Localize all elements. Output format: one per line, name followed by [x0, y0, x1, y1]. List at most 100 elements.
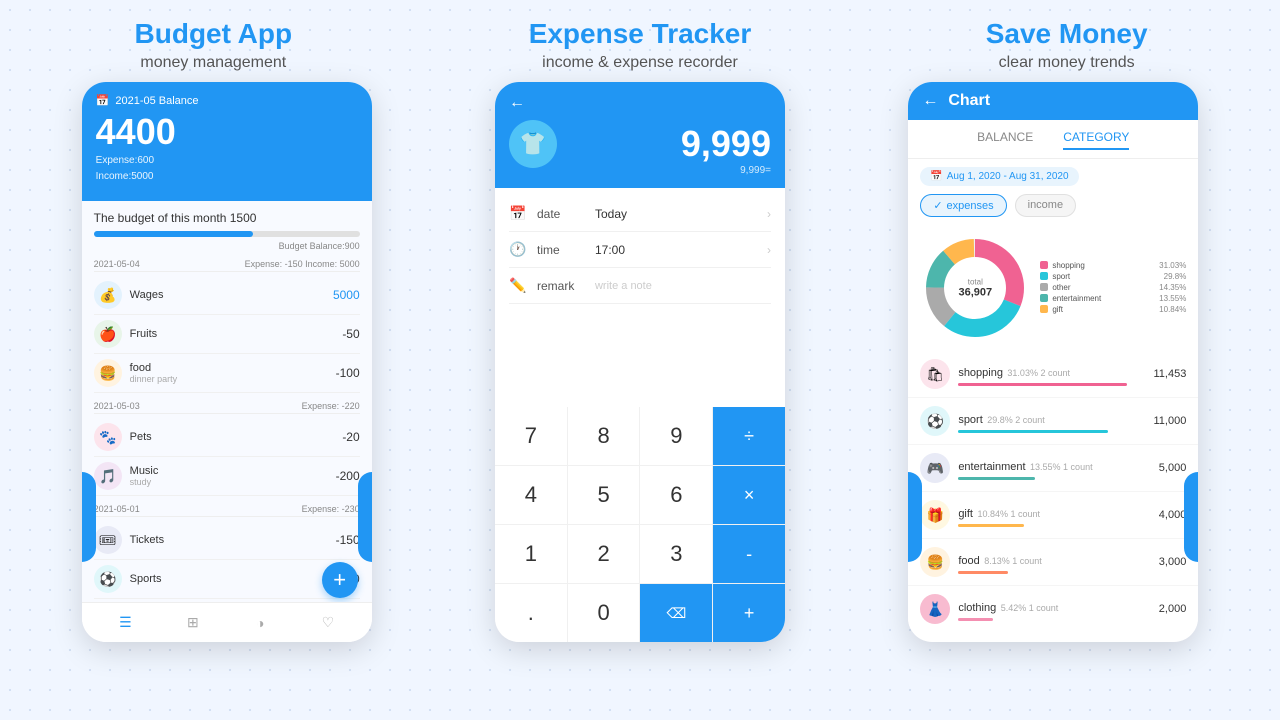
remark-label: remark [537, 279, 585, 293]
phones-row: 📅 2021-05 Balance 4400 Expense:600 Incom… [0, 82, 1280, 720]
cat-meta: 8.13% 1 count [984, 556, 1042, 566]
music-icon: 🎵 [94, 462, 122, 490]
tab-category[interactable]: CATEGORY [1063, 130, 1129, 150]
cat-amount: 3,000 [1159, 556, 1187, 568]
p1-balance: 4400 [96, 111, 358, 153]
key-minus[interactable]: - [713, 525, 785, 583]
key-dot[interactable]: . [495, 584, 567, 642]
nav-list-icon[interactable]: ☰ [114, 612, 136, 634]
key-4[interactable]: 4 [495, 466, 567, 524]
calendar-icon-2: 📅 [930, 171, 942, 182]
p2-amount: 9,999 [681, 123, 771, 165]
time-value: 17:00 [595, 243, 757, 257]
key-9[interactable]: 9 [640, 407, 712, 465]
p2-header: ← 👕 9,999 9,999= [495, 82, 785, 188]
cat-info: food 8.13% 1 count [958, 551, 1150, 574]
legend-item: gift 10.84% [1040, 305, 1186, 314]
key-backspace[interactable]: ⌫ [640, 584, 712, 642]
p3-header: ← Chart [908, 82, 1198, 120]
cat-name: gift [958, 508, 973, 520]
p1-group-2: 2021-05-03 Expense: -220 🐾 Pets -20 🎵 Mu… [94, 401, 360, 496]
item-amount: -100 [336, 366, 360, 380]
legend-text: gift [1052, 305, 1155, 314]
list-item: 🎮 entertainment 13.55% 1 count 5,000 [908, 445, 1198, 492]
key-plus[interactable]: + [713, 584, 785, 642]
remark-icon: ✏️ [509, 277, 527, 294]
key-multiply[interactable]: × [713, 466, 785, 524]
clothing-icon: 👗 [920, 594, 950, 624]
p1-header-top: 📅 2021-05 Balance [96, 94, 358, 107]
cat-name: clothing [958, 602, 996, 614]
key-6[interactable]: 6 [640, 466, 712, 524]
p1-bottom-nav: ☰ ⊞ ◑ ♡ [82, 602, 372, 642]
item-amount: 5000 [333, 288, 360, 302]
legend-text: sport [1052, 272, 1159, 281]
time-label: time [537, 243, 585, 257]
item-amount: -50 [342, 327, 359, 341]
legend-dot [1040, 272, 1048, 280]
add-fab-button[interactable]: + [322, 562, 358, 598]
filter-income[interactable]: income [1015, 194, 1076, 217]
entertainment-icon: 🎮 [920, 453, 950, 483]
nav-grid-icon[interactable]: ⊞ [182, 612, 204, 634]
cat-info: shopping 31.03% 2 count [958, 363, 1145, 386]
p1-group-summary-3: Expense: -230 [302, 504, 360, 514]
item-sub: study [130, 477, 328, 487]
date-row[interactable]: 📅 date Today › [509, 196, 771, 232]
budget-app-title: Budget App [135, 18, 293, 50]
sports-icon: ⚽ [94, 565, 122, 593]
cat-name: sport [958, 414, 982, 426]
p1-date-header-1: 2021-05-04 Expense: -150 Income: 5000 [94, 259, 360, 272]
key-8[interactable]: 8 [568, 407, 640, 465]
side-bar-left-1 [82, 472, 96, 562]
p1-income: Income:5000 [96, 169, 358, 185]
item-amount: -150 [336, 533, 360, 547]
side-bar-right-1 [358, 472, 372, 562]
p1-group-1: 2021-05-04 Expense: -150 Income: 5000 💰 … [94, 259, 360, 393]
legend-dot [1040, 305, 1048, 313]
time-row[interactable]: 🕐 time 17:00 › [509, 232, 771, 268]
tab-balance[interactable]: BALANCE [977, 130, 1033, 150]
cat-info: entertainment 13.55% 1 count [958, 457, 1150, 480]
cat-bar [958, 524, 1023, 527]
key-2[interactable]: 2 [568, 525, 640, 583]
arrow-icon: › [767, 207, 771, 221]
date-range-badge[interactable]: 📅 Aug 1, 2020 - Aug 31, 2020 [920, 167, 1078, 186]
remark-row[interactable]: ✏️ remark write a note [509, 268, 771, 304]
filter-expenses[interactable]: ✓ expenses [920, 194, 1006, 217]
cat-bar [958, 477, 1035, 480]
expenses-label: expenses [947, 200, 994, 212]
legend-text: shopping [1052, 261, 1155, 270]
cat-meta: 13.55% 1 count [1030, 462, 1093, 472]
wages-icon: 💰 [94, 281, 122, 309]
nav-chart-icon[interactable]: ◑ [249, 612, 271, 634]
fruits-icon: 🍎 [94, 320, 122, 348]
save-money-title: Save Money [986, 18, 1148, 50]
p3-back-icon[interactable]: ← [922, 92, 938, 110]
list-item: 🍔 food dinner party -100 [94, 354, 360, 393]
legend-dot [1040, 261, 1048, 269]
sport-icon: ⚽ [920, 406, 950, 436]
back-icon[interactable]: ← [509, 94, 771, 112]
key-divide[interactable]: ÷ [713, 407, 785, 465]
item-name: Fruits [130, 328, 335, 340]
list-item: 🎵 Music study -200 [94, 457, 360, 496]
cat-bar [958, 618, 993, 621]
item-amount: -200 [336, 469, 360, 483]
arrow-icon-2: › [767, 243, 771, 257]
cat-amount: 4,000 [1159, 509, 1187, 521]
header-row: Budget App money management Expense Trac… [0, 0, 1280, 82]
cat-meta: 29.8% 2 count [987, 415, 1045, 425]
list-item: 🍎 Fruits -50 [94, 315, 360, 354]
p3-chart-area: total 36,907 shopping 31.03% sport 29.8% [908, 225, 1198, 351]
key-1[interactable]: 1 [495, 525, 567, 583]
key-3[interactable]: 3 [640, 525, 712, 583]
key-7[interactable]: 7 [495, 407, 567, 465]
p2-form: 📅 date Today › 🕐 time 17:00 › ✏️ remark … [495, 188, 785, 312]
numpad: 7 8 9 ÷ 4 5 6 × 1 2 3 - . 0 ⌫ + [495, 407, 785, 642]
key-5[interactable]: 5 [568, 466, 640, 524]
tickets-icon: 🎟 [94, 526, 122, 554]
nav-heart-icon[interactable]: ♡ [317, 612, 339, 634]
key-0[interactable]: 0 [568, 584, 640, 642]
p3-date-row: 📅 Aug 1, 2020 - Aug 31, 2020 [908, 159, 1198, 194]
